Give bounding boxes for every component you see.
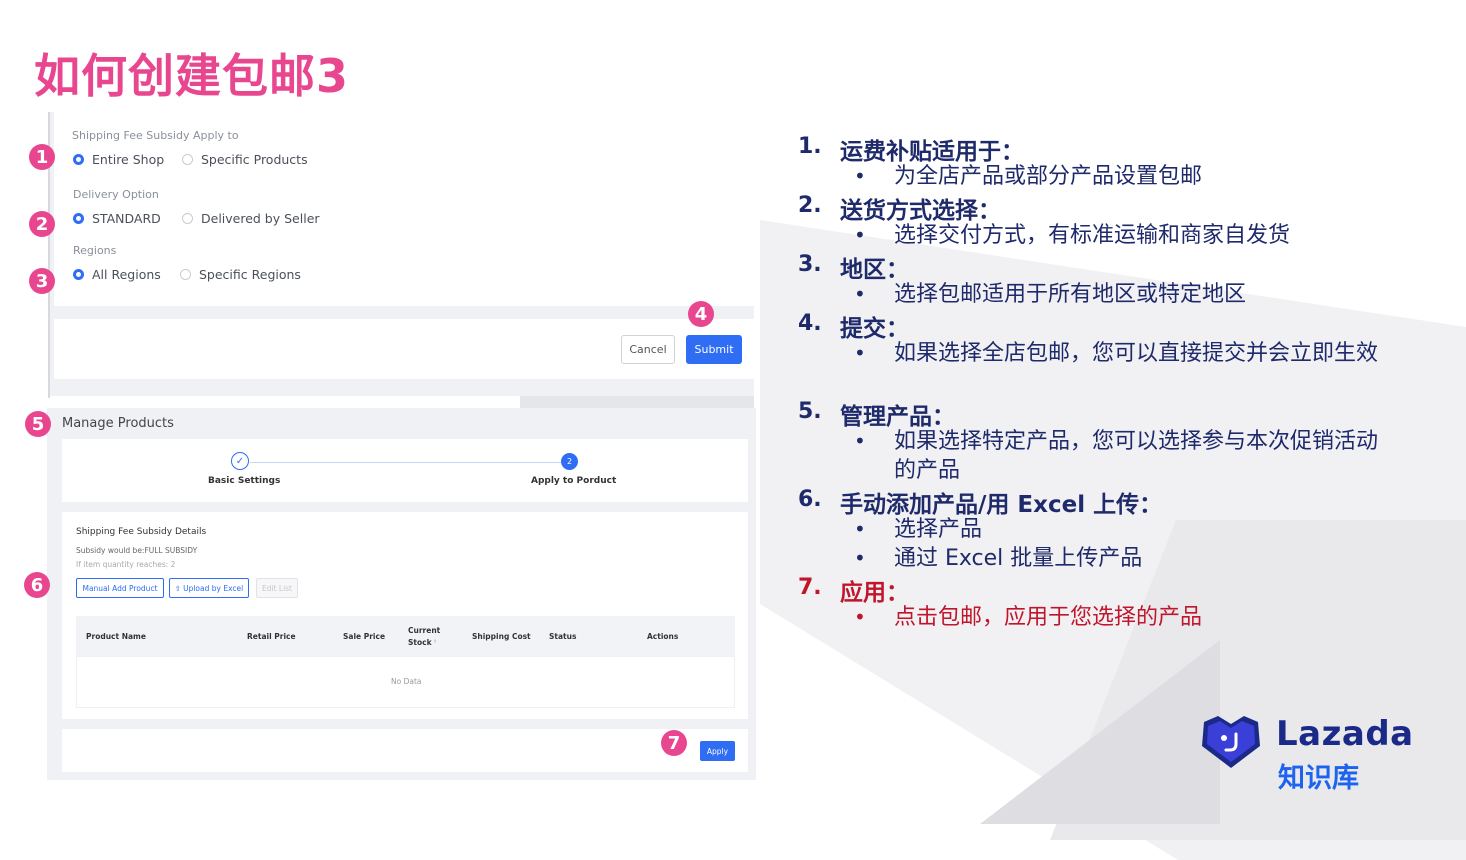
- step-badge: 1: [29, 144, 55, 170]
- edit-list-button[interactable]: Edit List: [256, 578, 298, 598]
- radio-label: STANDARD: [92, 211, 161, 226]
- list-number: 2.: [798, 193, 822, 218]
- step-badge: 7: [661, 730, 687, 756]
- list-subtext: 通过 Excel 批量上传产品: [894, 546, 1143, 571]
- list-number: 1.: [798, 134, 822, 159]
- radio-label: Specific Products: [201, 152, 308, 167]
- col-current: Current: [408, 626, 441, 635]
- list-heading: 提交：: [840, 316, 909, 342]
- steps-card: [62, 439, 748, 502]
- radio-selected-icon: [73, 213, 84, 224]
- step-apply-to-product[interactable]: Apply to Porduct: [531, 476, 616, 486]
- radio-selected-icon: [73, 269, 84, 280]
- radio-label: Entire Shop: [92, 152, 165, 167]
- col-stock: Stock ⁱ: [408, 638, 436, 647]
- radio-unselected-icon: [180, 269, 191, 280]
- info-icon: ⁱ: [434, 638, 436, 647]
- col-retail-price: Retail Price: [247, 632, 296, 641]
- radio-entire-shop[interactable]: Entire Shop: [73, 152, 164, 167]
- regions-label: Regions: [73, 244, 117, 257]
- list-subtext: 选择产品: [894, 517, 983, 542]
- radio-label: Specific Regions: [199, 267, 301, 282]
- list-heading: 运费补贴适用于：: [840, 139, 1024, 165]
- list-subtext: 选择包邮适用于所有地区或特定地区: [894, 282, 1247, 307]
- quantity-line: If item quantity reaches: 2: [76, 560, 176, 569]
- list-subtext: 为全店产品或部分产品设置包邮: [894, 164, 1203, 189]
- radio-selected-icon: [73, 154, 84, 165]
- radio-label: Delivered by Seller: [201, 211, 320, 226]
- manage-products-title: Manage Products: [62, 416, 174, 431]
- manual-add-product-button[interactable]: Manual Add Product: [76, 578, 164, 598]
- radio-unselected-icon: [182, 154, 193, 165]
- col-actions: Actions: [647, 632, 679, 641]
- col-shipping-cost: Shipping Cost: [472, 632, 531, 641]
- details-title: Shipping Fee Subsidy Details: [76, 527, 207, 537]
- bullet-icon: •: [854, 341, 866, 365]
- cancel-button[interactable]: Cancel: [621, 335, 675, 364]
- knowledge-base-label: 知识库: [1278, 763, 1359, 794]
- slide-title: 如何创建包邮3: [34, 49, 350, 103]
- col-sale-price: Sale Price: [343, 632, 386, 641]
- radio-specific-products[interactable]: Specific Products: [182, 152, 308, 167]
- list-heading: 地区：: [840, 257, 909, 283]
- apply-button[interactable]: Apply: [700, 741, 735, 761]
- radio-standard[interactable]: STANDARD: [73, 211, 161, 226]
- list-heading: 管理产品：: [840, 404, 955, 430]
- subsidy-line: Subsidy would be:FULL SUBSIDY: [76, 546, 198, 555]
- step-connector: [250, 462, 562, 463]
- table-header: [76, 616, 735, 656]
- subsidy-apply-label: Shipping Fee Subsidy Apply to: [72, 129, 239, 142]
- list-heading: 手动添加产品/用 Excel 上传：: [840, 492, 1163, 518]
- upload-icon: ⇧: [174, 583, 182, 593]
- upload-label: Upload by Excel: [183, 583, 244, 593]
- check-icon: ✓: [231, 452, 249, 470]
- col-status: Status: [549, 632, 577, 641]
- step-badge: 4: [688, 301, 714, 327]
- list-subtext: 选择交付方式，有标准运输和商家自发货: [894, 223, 1291, 248]
- divider: [520, 396, 754, 408]
- list-heading: 送货方式选择：: [840, 198, 1001, 224]
- radio-specific-regions[interactable]: Specific Regions: [180, 267, 301, 282]
- step-number: 2: [561, 453, 578, 470]
- radio-label: All Regions: [92, 267, 161, 282]
- step-badge: 5: [25, 411, 51, 437]
- bullet-icon: •: [854, 164, 866, 188]
- lazada-logo-icon: [1202, 716, 1260, 768]
- list-number: 7.: [798, 575, 822, 600]
- list-heading: 应用：: [840, 580, 909, 606]
- upload-by-excel-button[interactable]: ⇧ Upload by Excel: [169, 578, 249, 598]
- lazada-wordmark: Lazada: [1276, 714, 1414, 754]
- bullet-icon: •: [854, 282, 866, 306]
- list-number: 5.: [798, 399, 822, 424]
- step-badge: 2: [29, 211, 55, 237]
- list-subtext: 如果选择全店包邮，您可以直接提交并会立即生效: [894, 341, 1379, 366]
- no-data-text: No Data: [391, 677, 422, 686]
- col-product-name: Product Name: [86, 632, 146, 641]
- step-badge: 6: [24, 572, 50, 598]
- list-subtext: 点击包邮，应用于您选择的产品: [894, 605, 1203, 630]
- list-subtext: 如果选择特定产品，您可以选择参与本次促销活动的产品: [894, 429, 1379, 483]
- bullet-icon: •: [854, 517, 866, 541]
- list-number: 4.: [798, 311, 822, 336]
- delivery-option-label: Delivery Option: [73, 188, 159, 201]
- col-stock-label: Stock: [408, 638, 432, 647]
- radio-delivered-by-seller[interactable]: Delivered by Seller: [182, 211, 320, 226]
- radio-unselected-icon: [182, 213, 193, 224]
- step-badge: 3: [29, 268, 55, 294]
- radio-all-regions[interactable]: All Regions: [73, 267, 161, 282]
- bullet-icon: •: [854, 429, 866, 453]
- bullet-icon: •: [854, 223, 866, 247]
- submit-button[interactable]: Submit: [686, 335, 742, 364]
- step-basic-settings[interactable]: Basic Settings: [208, 476, 280, 486]
- bullet-icon: •: [854, 546, 866, 570]
- list-number: 3.: [798, 252, 822, 277]
- bullet-icon: •: [854, 605, 866, 629]
- apply-card: [62, 729, 748, 772]
- background-shape: [980, 640, 1220, 824]
- list-number: 6.: [798, 487, 822, 512]
